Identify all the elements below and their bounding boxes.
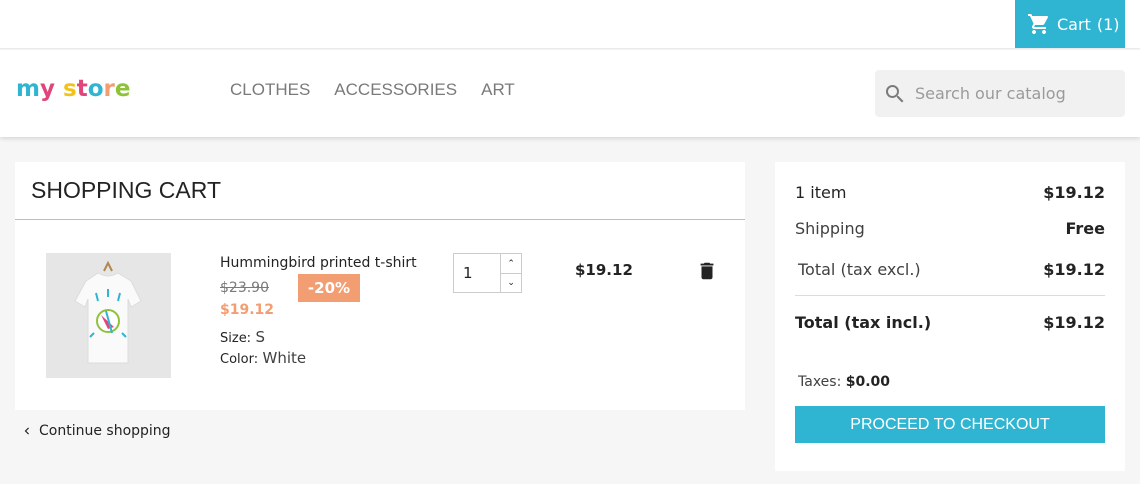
header: my store CLOTHES ACCESSORIES ART <box>0 50 1140 137</box>
items-count: 1 item <box>795 183 847 202</box>
summary-shipping-row: Shipping Free <box>795 219 1105 238</box>
cart-panel: SHOPPING CART Hummingbird printed t-shir… <box>15 162 745 410</box>
summary-items-row: 1 item $19.12 <box>795 183 1105 202</box>
chevron-up-icon[interactable]: ⌃ <box>501 254 521 273</box>
nav-accessories[interactable]: ACCESSORIES <box>334 80 457 100</box>
total-excl-label: Total (tax excl.) <box>798 260 921 279</box>
search-box <box>875 70 1125 117</box>
taxes-value: $0.00 <box>845 374 891 390</box>
search-input[interactable] <box>915 84 1115 103</box>
remove-item-button[interactable] <box>696 260 718 282</box>
size-value: S <box>255 328 266 346</box>
taxes-row: Taxes: $0.00 <box>798 374 890 390</box>
total-excl-value: $19.12 <box>1043 260 1105 279</box>
search-icon[interactable] <box>883 82 907 106</box>
summary-total-excl-row: Total (tax excl.) $19.12 <box>798 260 1105 279</box>
discount-badge: -20% <box>298 274 360 302</box>
cart-icon <box>1028 14 1049 34</box>
top-bar: Cart (1) <box>0 0 1140 49</box>
color-value: White <box>262 349 307 367</box>
old-price: $23.90 <box>220 280 269 296</box>
nav-clothes[interactable]: CLOTHES <box>230 80 310 100</box>
size-attribute: Size: S <box>220 328 265 346</box>
line-total: $19.12 <box>575 261 633 279</box>
color-label: Color: <box>220 352 259 367</box>
trash-icon <box>700 262 714 280</box>
checkout-button[interactable]: PROCEED TO CHECKOUT <box>795 406 1105 443</box>
main-nav: CLOTHES ACCESSORIES ART <box>230 80 539 100</box>
product-price: $19.12 <box>220 302 275 318</box>
taxes-label: Taxes: <box>798 374 842 390</box>
summary-total-incl-row: Total (tax incl.) $19.12 <box>795 313 1105 332</box>
size-label: Size: <box>220 331 252 346</box>
quantity-stepper: 1 ⌃ ⌄ <box>453 253 522 293</box>
cart-button[interactable]: Cart (1) <box>1015 0 1125 48</box>
product-image[interactable] <box>46 253 171 378</box>
cart-count: (1) <box>1096 14 1120 34</box>
color-attribute: Color: White <box>220 349 306 367</box>
product-name[interactable]: Hummingbird printed t-shirt <box>220 255 417 271</box>
total-incl-value: $19.12 <box>1043 313 1105 332</box>
page-title: SHOPPING CART <box>31 177 221 203</box>
shipping-label: Shipping <box>795 219 865 238</box>
shipping-value: Free <box>1065 219 1106 238</box>
order-summary: 1 item $19.12 Shipping Free Total (tax e… <box>775 162 1125 471</box>
divider <box>15 219 745 220</box>
continue-shopping-label: Continue shopping <box>39 423 171 439</box>
chevron-left-icon <box>24 427 29 435</box>
quantity-input[interactable]: 1 <box>454 254 502 292</box>
store-logo[interactable]: my store <box>16 76 130 102</box>
items-subtotal: $19.12 <box>1043 183 1105 202</box>
nav-art[interactable]: ART <box>481 80 515 100</box>
chevron-down-icon[interactable]: ⌄ <box>501 273 521 292</box>
continue-shopping-link[interactable]: Continue shopping <box>20 423 171 439</box>
cart-label: Cart <box>1057 14 1091 34</box>
total-incl-label: Total (tax incl.) <box>795 313 932 332</box>
divider <box>795 295 1105 296</box>
